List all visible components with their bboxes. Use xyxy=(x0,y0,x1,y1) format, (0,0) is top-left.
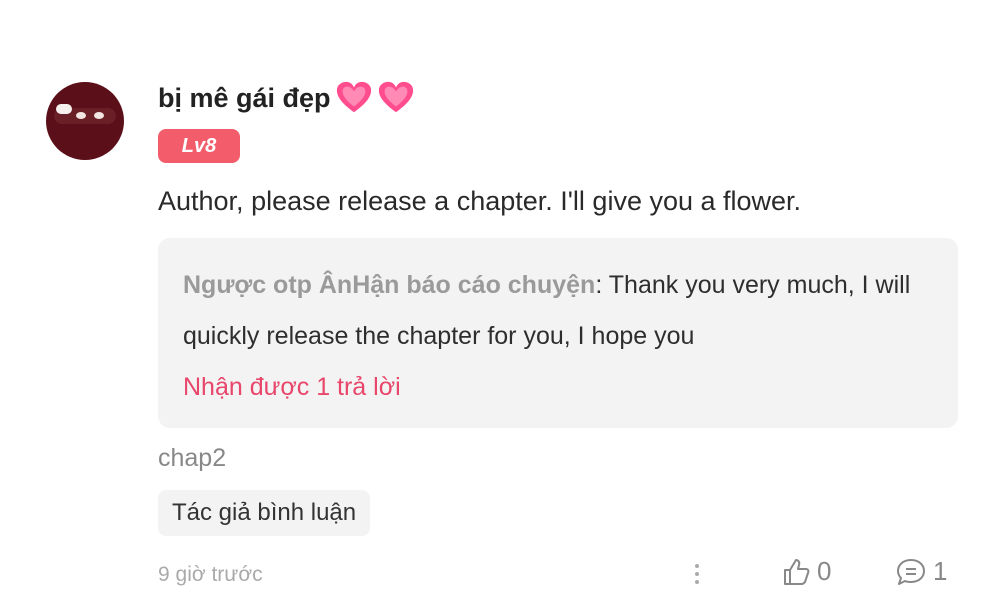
like-button[interactable]: 0 xyxy=(781,556,831,587)
reply-count-link[interactable]: Nhận được 1 trả lời xyxy=(183,373,401,402)
reply-author[interactable]: Ngược otp ÂnHận báo cáo chuyện xyxy=(183,271,595,299)
reply-separator: : xyxy=(595,271,609,299)
like-count: 0 xyxy=(817,556,832,586)
comment-icon xyxy=(897,558,925,585)
reply-text-block: Ngược otp ÂnHận báo cáo chuyện: Thank yo… xyxy=(183,260,943,362)
reply-count: 1 xyxy=(933,556,948,586)
username-row[interactable]: bị mê gái đẹp xyxy=(158,80,415,116)
more-options-icon[interactable] xyxy=(690,560,704,588)
avatar-eye-right xyxy=(94,112,104,119)
author-comment-chip: Tác giả bình luận xyxy=(158,490,371,536)
avatar-eye-left xyxy=(76,112,86,119)
level-badge: Lv8 xyxy=(158,129,240,163)
reply-preview[interactable]: Ngược otp ÂnHận báo cáo chuyện: Thank yo… xyxy=(158,238,958,428)
avatar-bow xyxy=(56,104,72,114)
timestamp: 9 giờ trước xyxy=(158,563,263,586)
reply-button[interactable]: 1 xyxy=(895,556,947,587)
comment-text: Author, please release a chapter. I'll g… xyxy=(158,186,802,216)
avatar[interactable] xyxy=(46,82,124,160)
heart-icon xyxy=(378,81,413,113)
heart-icon xyxy=(336,81,371,113)
chapter-tag[interactable]: chap2 xyxy=(158,444,226,473)
thumbs-up-icon xyxy=(784,558,810,585)
username[interactable]: bị mê gái đẹp xyxy=(158,83,331,114)
